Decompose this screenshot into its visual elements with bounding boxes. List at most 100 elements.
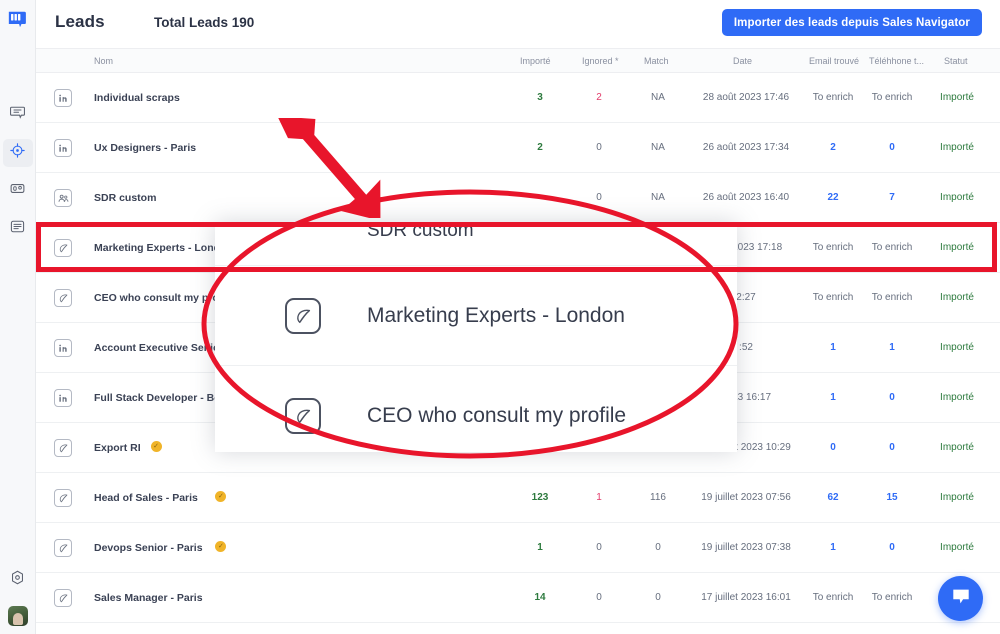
cell-email-found[interactable]: 2	[802, 142, 864, 153]
linkedin-icon	[54, 139, 72, 157]
cell-date: 19 juillet 2023 07:56	[701, 492, 791, 503]
cell-ignored: 0	[596, 592, 602, 603]
cell-ignored: 2	[596, 92, 602, 103]
lead-name: Account Executive Senior	[94, 342, 224, 354]
verified-badge: ✓	[215, 541, 227, 552]
verified-badge: ✓	[150, 441, 162, 452]
cell-email-found: To enrich	[812, 292, 854, 303]
cell-ignored: 1	[596, 492, 602, 503]
status-badge: Importé	[940, 442, 974, 453]
linkedin-icon	[54, 389, 72, 407]
status-badge: Importé	[940, 542, 974, 553]
lead-name: Export RI	[94, 442, 141, 454]
status-badge: Importé	[940, 242, 974, 253]
cell-phone-found[interactable]: 7	[862, 192, 922, 203]
waalaxy-logo[interactable]	[7, 9, 29, 31]
counter-icon	[9, 180, 26, 202]
cell-date: 26 août 2023 17:34	[702, 142, 790, 153]
cell-ignored: 0	[596, 142, 602, 153]
cell-phone-found[interactable]: 1	[862, 342, 922, 353]
column-header-importe[interactable]: Importé	[520, 56, 551, 66]
sidebar-item-messages[interactable]	[3, 101, 33, 129]
avatar[interactable]	[7, 606, 28, 626]
cell-imported: 123	[531, 492, 549, 503]
magnified-row: Marketing Experts - London	[215, 266, 737, 366]
lead-name: Marketing Experts - London	[94, 242, 233, 254]
cell-phone-found: To enrich	[871, 92, 913, 103]
linkedin-icon	[54, 339, 72, 357]
table-header-row: Nom Importé Ignored * Match Date Email t…	[36, 48, 1000, 73]
leaf-icon	[54, 239, 72, 257]
cell-ignored: 0	[596, 542, 602, 553]
cell-ignored: 0	[596, 192, 602, 203]
column-header-email[interactable]: Email trouvé	[809, 56, 859, 66]
leaf-icon	[54, 289, 72, 307]
table-row[interactable]: Devops Senior - Paris ✓ 1 0 0 19 juillet 2023…	[36, 523, 1000, 573]
leaf-icon	[54, 539, 72, 557]
status-badge: Importé	[940, 92, 974, 103]
leaf-icon	[285, 398, 321, 434]
status-badge: Importé	[940, 492, 974, 503]
table-row[interactable]: Individual scraps 3 2 NA 28 août 2023 17:46 T…	[36, 73, 1000, 123]
gear-icon	[9, 569, 26, 591]
sidebar-item-settings[interactable]	[3, 566, 33, 594]
cell-phone-found[interactable]: 0	[862, 392, 922, 403]
lead-name: CEO who consult my profile	[94, 292, 235, 304]
cell-email-found[interactable]: 0	[802, 442, 864, 453]
lead-name: Ux Designers - Paris	[94, 142, 197, 154]
table-row[interactable]: SDR custom 0 NA 26 août 2023 16:40 22 7 Import…	[36, 173, 1000, 223]
table-row[interactable]: Head of Sales - Paris ✓ 123 1 116 19 juillet …	[36, 473, 1000, 523]
lead-name: Devops Senior - Paris	[94, 542, 203, 554]
list-document-icon	[9, 218, 26, 240]
import-leads-button[interactable]: Importer des leads depuis Sales Navigato…	[721, 9, 982, 36]
cell-email-found[interactable]: 1	[802, 342, 864, 353]
sidebar-item-campaigns[interactable]	[2, 139, 33, 167]
sidebar-item-leads[interactable]	[3, 215, 33, 243]
cell-phone-found[interactable]: 0	[862, 442, 922, 453]
cell-date: 28 août 2023 17:46	[702, 92, 790, 103]
chat-widget-button[interactable]	[938, 576, 983, 621]
cell-date: 26 août 2023 16:40	[702, 192, 790, 203]
leaf-icon	[285, 298, 321, 334]
table-row[interactable]: Ux Designers - Paris 2 0 NA 26 août 2023 17:…	[36, 123, 1000, 173]
cell-email-found: To enrich	[812, 242, 854, 253]
lead-name: Head of Sales - Paris	[94, 492, 198, 504]
cell-match: NA	[651, 192, 665, 203]
cell-email-found[interactable]: 22	[802, 192, 864, 203]
magnified-lead-name: Marketing Experts - London	[367, 304, 625, 327]
column-header-nom[interactable]: Nom	[94, 56, 113, 66]
cell-imported: 1	[537, 542, 543, 553]
column-header-match[interactable]: Match	[644, 56, 669, 66]
cell-email-found[interactable]: 1	[802, 392, 864, 403]
status-badge: Importé	[940, 142, 974, 153]
cell-email-found[interactable]: 1	[802, 542, 864, 553]
cell-phone-found[interactable]: 0	[862, 542, 922, 553]
column-header-phone[interactable]: Téléhhone t...	[869, 56, 924, 66]
column-header-date[interactable]: Date	[733, 56, 752, 66]
linkedin-icon	[54, 89, 72, 107]
cell-match: 116	[650, 492, 666, 503]
lead-name: Individual scraps	[94, 92, 180, 104]
cell-email-found[interactable]: 62	[802, 492, 864, 503]
magnified-lead-name: SDR custom	[367, 222, 474, 241]
column-header-ignored[interactable]: Ignored *	[582, 56, 619, 66]
cell-phone-found: To enrich	[871, 292, 913, 303]
leaf-icon	[54, 439, 72, 457]
cell-match: NA	[651, 92, 665, 103]
leaf-icon	[54, 489, 72, 507]
cell-match: 0	[655, 592, 661, 603]
cell-phone-found: To enrich	[871, 592, 913, 603]
magnified-callout-panel: SDR custom Marketing Experts - London CEO …	[215, 222, 737, 452]
cell-phone-found[interactable]: 0	[862, 142, 922, 153]
cell-date: 19 juillet 2023 07:38	[701, 542, 791, 553]
target-crosshair-icon	[9, 142, 26, 164]
speech-bubble-icon	[9, 104, 26, 126]
cell-email-found: To enrich	[812, 592, 854, 603]
column-header-statut[interactable]: Statut	[944, 56, 968, 66]
page-title: Leads	[55, 12, 105, 31]
magnified-row: SDR custom	[215, 222, 737, 266]
chat-bubble-icon	[950, 585, 972, 612]
cell-phone-found[interactable]: 15	[862, 492, 922, 503]
table-row[interactable]: Sales Manager - Paris 14 0 0 17 juillet 2023…	[36, 573, 1000, 623]
sidebar-item-stats[interactable]	[3, 177, 33, 205]
